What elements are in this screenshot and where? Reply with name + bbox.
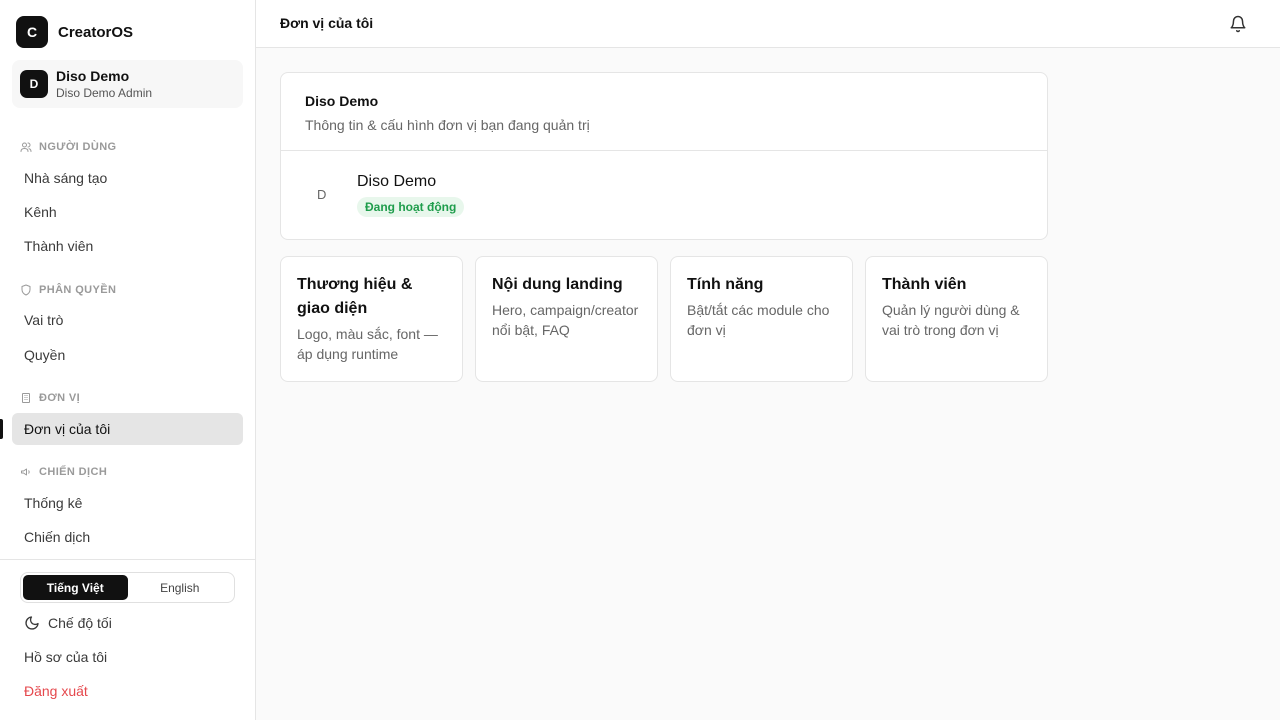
sidebar-item-channels[interactable]: Kênh (12, 196, 243, 228)
brand-logo: C (16, 16, 48, 48)
bell-icon (1230, 15, 1246, 33)
sidebar-item-campaigns[interactable]: Chiến dịch (12, 521, 243, 553)
sidebar-item-statistics[interactable]: Thống kê (12, 487, 243, 519)
users-icon (20, 142, 32, 152)
feature-card-desc: Hero, campaign/creator nổi bật, FAQ (492, 302, 639, 338)
org-role: Diso Demo Admin (56, 85, 153, 100)
sidebar-item-my-unit[interactable]: Đơn vị của tôi (12, 413, 243, 445)
unit-card-subtitle: Thông tin & cấu hình đơn vị bạn đang quả… (305, 117, 590, 133)
unit-info-card: Diso Demo Thông tin & cấu hình đơn vị bạ… (280, 72, 1048, 240)
feature-card-desc: Quản lý người dùng & vai trò trong đơn v… (882, 302, 1020, 338)
shield-icon (21, 284, 31, 296)
language-toggle: Tiếng Việt English (20, 572, 235, 603)
status-badge: Đang hoạt động (357, 197, 465, 217)
feature-card-title: Tính năng (687, 276, 764, 293)
moon-icon (25, 616, 39, 630)
section-users-title: NGƯỜI DÙNG (39, 141, 117, 153)
unit-card-body: D Diso Demo Đang hoạt động (281, 151, 1047, 239)
lang-english-button[interactable]: English (128, 575, 233, 600)
feature-card-title: Thành viên (882, 276, 967, 293)
notifications-button[interactable] (1228, 14, 1248, 34)
sidebar-item-members[interactable]: Thành viên (12, 230, 243, 262)
unit-avatar: D (317, 187, 327, 202)
feature-card-features[interactable]: Tính năng Bật/tắt các module cho đơn vị (670, 256, 853, 382)
org-switcher[interactable]: D Diso Demo Diso Demo Admin (12, 60, 243, 108)
feature-card-desc: Bật/tắt các module cho đơn vị (687, 302, 830, 338)
section-permissions: PHÂN QUYỀN (20, 284, 116, 296)
sidebar-footer: Tiếng Việt English Chế độ tối Hồ sơ của … (0, 559, 255, 720)
active-indicator (0, 419, 3, 439)
sidebar-item-permissions[interactable]: Quyền (12, 339, 243, 371)
org-avatar: D (20, 70, 48, 98)
feature-card-title: Nội dung landing (492, 276, 623, 293)
lang-vietnamese-button[interactable]: Tiếng Việt (23, 575, 128, 600)
unit-card-title: Diso Demo (305, 93, 379, 109)
brand-name: CreatorOS (58, 23, 134, 41)
dark-mode-label: Chế độ tối (48, 615, 112, 631)
topbar: Đơn vị của tôi (256, 0, 1280, 48)
section-units: ĐƠN VỊ (20, 392, 80, 404)
feature-card-desc: Logo, màu sắc, font — áp dụng runtime (297, 326, 438, 362)
brand[interactable]: C CreatorOS (16, 16, 133, 48)
unit-card-header: Diso Demo Thông tin & cấu hình đơn vị bạ… (281, 73, 1047, 151)
sidebar: C CreatorOS D Diso Demo Diso Demo Admin … (0, 0, 256, 720)
section-users: NGƯỜI DÙNG (20, 141, 117, 153)
section-permissions-title: PHÂN QUYỀN (39, 284, 117, 296)
sidebar-item-creators[interactable]: Nhà sáng tạo (12, 162, 243, 194)
feature-card-landing[interactable]: Nội dung landing Hero, campaign/creator … (475, 256, 658, 382)
feature-card-members[interactable]: Thành viên Quản lý người dùng & vai trò … (865, 256, 1048, 382)
unit-name: Diso Demo (357, 173, 437, 190)
dark-mode-toggle[interactable]: Chế độ tối (24, 615, 112, 631)
section-campaigns: CHIẾN DỊCH (20, 466, 107, 478)
section-campaigns-title: CHIẾN DỊCH (39, 466, 108, 478)
building-icon (22, 393, 30, 403)
megaphone-icon (21, 468, 30, 476)
logout-button[interactable]: Đăng xuất (24, 683, 88, 699)
page-title: Đơn vị của tôi (280, 15, 374, 31)
feature-card-title: Thương hiệu & giao diện (297, 276, 413, 317)
feature-card-branding[interactable]: Thương hiệu & giao diện Logo, màu sắc, f… (280, 256, 463, 382)
section-units-title: ĐƠN VỊ (39, 392, 81, 404)
org-name: Diso Demo (56, 67, 130, 84)
sidebar-item-roles[interactable]: Vai trò (12, 304, 243, 336)
profile-link[interactable]: Hồ sơ của tôi (24, 649, 107, 665)
